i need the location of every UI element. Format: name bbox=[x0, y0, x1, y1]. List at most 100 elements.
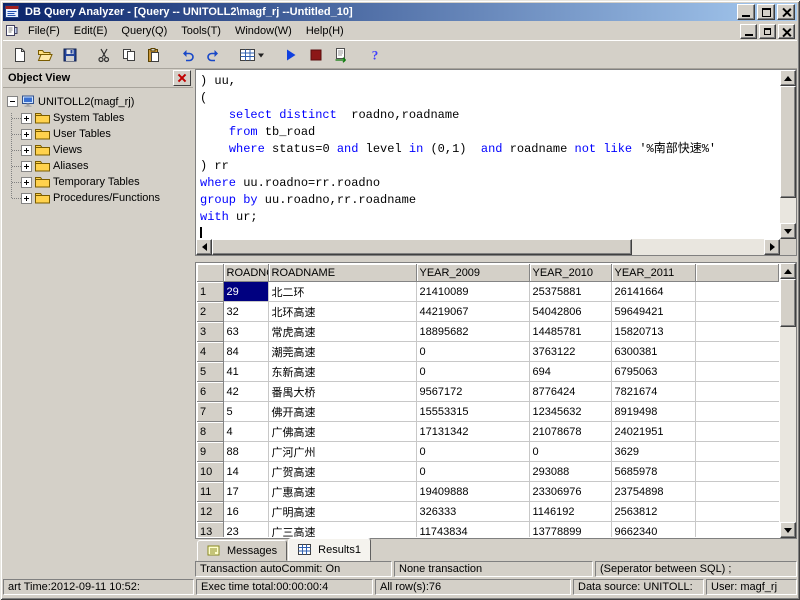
open-file-icon[interactable] bbox=[33, 43, 57, 66]
tab-messages[interactable]: Messages bbox=[197, 540, 287, 561]
export-result-icon[interactable] bbox=[329, 43, 353, 66]
scrollbar-thumb[interactable] bbox=[780, 86, 796, 198]
editor-vertical-scrollbar[interactable] bbox=[780, 70, 796, 239]
tree-item-user-tables[interactable]: User Tables bbox=[7, 126, 191, 142]
cell[interactable]: 41 bbox=[223, 362, 268, 382]
cell[interactable]: 326333 bbox=[416, 502, 529, 522]
row-number-cell[interactable]: 5 bbox=[197, 362, 223, 382]
cell[interactable]: 15553315 bbox=[416, 402, 529, 422]
row-number-cell[interactable]: 9 bbox=[197, 442, 223, 462]
copy-icon[interactable] bbox=[117, 43, 141, 66]
column-header-year-2009[interactable]: YEAR_2009 bbox=[416, 264, 529, 282]
menu-query[interactable]: Query(Q) bbox=[114, 23, 174, 39]
cell[interactable]: 8776424 bbox=[529, 382, 611, 402]
tree-item-system-tables[interactable]: System Tables bbox=[7, 110, 191, 126]
cell[interactable]: 42 bbox=[223, 382, 268, 402]
tree-item-temporary-tables[interactable]: Temporary Tables bbox=[7, 174, 191, 190]
column-header-year-2011[interactable]: YEAR_2011 bbox=[611, 264, 695, 282]
cell[interactable]: 广三高速 bbox=[268, 522, 416, 538]
scrollbar-thumb[interactable] bbox=[212, 239, 632, 255]
cell[interactable]: 23 bbox=[223, 522, 268, 538]
expand-icon[interactable] bbox=[21, 145, 32, 156]
cell[interactable]: 17131342 bbox=[416, 422, 529, 442]
cell[interactable]: 潮莞高速 bbox=[268, 342, 416, 362]
cell[interactable]: 88 bbox=[223, 442, 268, 462]
row-number-cell[interactable]: 1 bbox=[197, 282, 223, 302]
cell[interactable]: 5 bbox=[223, 402, 268, 422]
tree-root[interactable]: UNITOLL2(magf_rj) bbox=[7, 93, 191, 110]
document-icon[interactable] bbox=[5, 24, 18, 37]
stop-execution-icon[interactable] bbox=[304, 43, 328, 66]
row-number-cell[interactable]: 6 bbox=[197, 382, 223, 402]
cell[interactable]: 0 bbox=[416, 462, 529, 482]
cell[interactable]: 19409888 bbox=[416, 482, 529, 502]
menu-edit[interactable]: Edit(E) bbox=[67, 23, 115, 39]
column-header-roadname[interactable]: ROADNAME bbox=[268, 264, 416, 282]
cell[interactable]: 6795063 bbox=[611, 362, 695, 382]
tree-item-views[interactable]: Views bbox=[7, 142, 191, 158]
titlebar-minimize-button[interactable] bbox=[737, 4, 755, 20]
cell[interactable]: 21410089 bbox=[416, 282, 529, 302]
cell[interactable]: 6300381 bbox=[611, 342, 695, 362]
paste-icon[interactable] bbox=[142, 43, 166, 66]
cell[interactable]: 63 bbox=[223, 322, 268, 342]
row-number-cell[interactable]: 3 bbox=[197, 322, 223, 342]
scroll-up-button[interactable] bbox=[780, 70, 796, 86]
cell[interactable]: 12345632 bbox=[529, 402, 611, 422]
cell[interactable]: 广明高速 bbox=[268, 502, 416, 522]
cell[interactable]: 23754898 bbox=[611, 482, 695, 502]
cell[interactable]: 佛开高速 bbox=[268, 402, 416, 422]
cell[interactable]: 3763122 bbox=[529, 342, 611, 362]
row-number-cell[interactable]: 10 bbox=[197, 462, 223, 482]
expand-icon[interactable] bbox=[21, 113, 32, 124]
cell[interactable]: 59649421 bbox=[611, 302, 695, 322]
cell[interactable]: 番禺大桥 bbox=[268, 382, 416, 402]
cell[interactable]: 21078678 bbox=[529, 422, 611, 442]
execute-query-icon[interactable] bbox=[279, 43, 303, 66]
scroll-up-button[interactable] bbox=[780, 263, 796, 279]
cell[interactable]: 3629 bbox=[611, 442, 695, 462]
cell[interactable]: 9662340 bbox=[611, 522, 695, 538]
cell[interactable]: 32 bbox=[223, 302, 268, 322]
cut-icon[interactable] bbox=[92, 43, 116, 66]
sql-editor[interactable]: ) uu,( select distinct roadno,roadname f… bbox=[197, 71, 779, 238]
cell[interactable]: 84 bbox=[223, 342, 268, 362]
cell[interactable]: 东新高速 bbox=[268, 362, 416, 382]
cell[interactable]: 常虎高速 bbox=[268, 322, 416, 342]
cell[interactable]: 24021951 bbox=[611, 422, 695, 442]
result-grid-dropdown[interactable] bbox=[235, 43, 269, 66]
titlebar-close-button[interactable] bbox=[777, 4, 795, 20]
cell[interactable]: 广河广州 bbox=[268, 442, 416, 462]
undo-icon[interactable] bbox=[176, 43, 200, 66]
cell[interactable]: 44219067 bbox=[416, 302, 529, 322]
cell[interactable]: 16 bbox=[223, 502, 268, 522]
cell[interactable]: 广惠高速 bbox=[268, 482, 416, 502]
row-number-cell[interactable]: 11 bbox=[197, 482, 223, 502]
scrollbar-thumb[interactable] bbox=[780, 279, 796, 327]
row-number-cell[interactable]: 8 bbox=[197, 422, 223, 442]
cell[interactable]: 广贺高速 bbox=[268, 462, 416, 482]
cell[interactable]: 8919498 bbox=[611, 402, 695, 422]
expand-icon[interactable] bbox=[21, 129, 32, 140]
cell[interactable]: 11743834 bbox=[416, 522, 529, 538]
row-number-cell[interactable]: 7 bbox=[197, 402, 223, 422]
cell[interactable]: 17 bbox=[223, 482, 268, 502]
cell-selected[interactable]: 29 bbox=[223, 282, 268, 302]
cell[interactable]: 25375881 bbox=[529, 282, 611, 302]
row-number-cell[interactable]: 4 bbox=[197, 342, 223, 362]
menu-file[interactable]: File(F) bbox=[21, 23, 67, 39]
cell[interactable]: 13778899 bbox=[529, 522, 611, 538]
cell[interactable]: 0 bbox=[529, 442, 611, 462]
titlebar-maximize-button[interactable] bbox=[757, 4, 775, 20]
cell[interactable]: 4 bbox=[223, 422, 268, 442]
collapse-icon[interactable] bbox=[7, 96, 18, 107]
cell[interactable]: 7821674 bbox=[611, 382, 695, 402]
column-header-roadno[interactable]: ROADNO bbox=[223, 264, 268, 282]
scroll-left-button[interactable] bbox=[196, 239, 212, 255]
row-number-cell[interactable]: 13 bbox=[197, 522, 223, 538]
menu-tools[interactable]: Tools(T) bbox=[174, 23, 228, 39]
menu-window[interactable]: Window(W) bbox=[228, 23, 299, 39]
redo-icon[interactable] bbox=[201, 43, 225, 66]
cell[interactable]: 694 bbox=[529, 362, 611, 382]
scroll-right-button[interactable] bbox=[764, 239, 780, 255]
